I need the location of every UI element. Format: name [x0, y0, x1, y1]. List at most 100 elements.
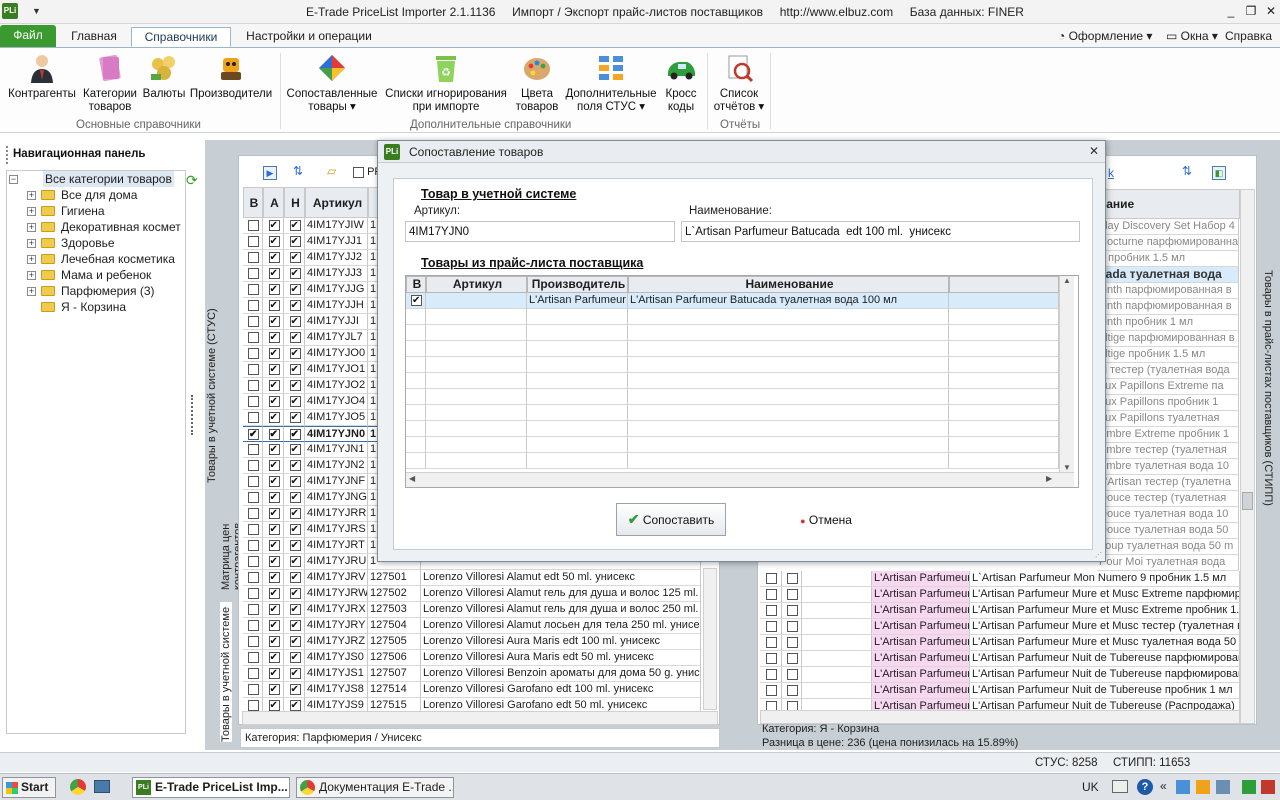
table-cell[interactable]: 4IM17YJO2 [305, 378, 368, 394]
table-cell[interactable]: 4IM17YJS1 [305, 666, 368, 682]
table-cell[interactable] [949, 309, 1059, 325]
table-cell[interactable] [949, 437, 1059, 453]
table-cell[interactable]: 127514 [368, 682, 421, 698]
table-cell[interactable]: а пробник 1.5 мл [1097, 251, 1239, 267]
row-checkbox[interactable] [268, 538, 280, 553]
row-checkbox[interactable] [289, 218, 301, 233]
table-cell[interactable] [284, 474, 305, 490]
row-checkbox[interactable] [289, 682, 301, 697]
table-cell[interactable] [426, 405, 527, 421]
row-checkbox[interactable] [268, 218, 280, 233]
table-cell[interactable]: 4IM17YJJ1 [305, 234, 368, 250]
table-cell[interactable] [949, 325, 1059, 341]
row-checkbox[interactable] [268, 362, 280, 377]
row-checkbox[interactable] [268, 442, 280, 457]
table-cell[interactable] [802, 603, 872, 619]
pf-checkbox-box[interactable] [353, 166, 364, 178]
table-cell[interactable] [284, 682, 305, 698]
table-cell[interactable]: L'Artisan Parfumeur [872, 635, 970, 651]
column-header[interactable]: В [243, 187, 263, 218]
table-cell[interactable] [284, 314, 305, 330]
row-checkbox[interactable] [268, 490, 280, 505]
expand-icon[interactable]: + [27, 239, 36, 248]
table-cell[interactable] [263, 538, 284, 554]
row-checkbox[interactable] [766, 604, 777, 616]
table-cell[interactable] [243, 378, 263, 394]
table-cell[interactable] [284, 554, 305, 570]
stus-grid-horizontal-scrollbar[interactable] [242, 711, 718, 725]
table-cell[interactable] [527, 373, 628, 389]
table-cell[interactable]: L'Artisan Parfumeur [527, 293, 628, 309]
row-checkbox[interactable] [787, 636, 798, 648]
row-checkbox[interactable] [289, 394, 301, 409]
table-cell[interactable] [263, 506, 284, 522]
table-cell[interactable] [426, 421, 527, 437]
stipp-horizontal-scrollbar[interactable] [760, 710, 1240, 724]
table-cell[interactable] [628, 389, 949, 405]
row-checkbox[interactable] [289, 282, 301, 297]
table-cell[interactable] [949, 341, 1059, 357]
table-cell[interactable] [628, 341, 949, 357]
security-icon[interactable] [1261, 780, 1275, 794]
row-checkbox[interactable] [787, 604, 798, 616]
table-cell[interactable]: Douce туалетная вода 50 [1097, 523, 1239, 539]
table-cell[interactable] [782, 587, 802, 603]
expand-icon[interactable]: + [27, 223, 36, 232]
table-cell[interactable]: 4IM17YJJ2 [305, 250, 368, 266]
row-checkbox[interactable] [289, 650, 301, 665]
table-cell[interactable] [782, 635, 802, 651]
table-cell[interactable]: 4IM17YJN2 [305, 458, 368, 474]
table-cell[interactable]: oltige парфюмированная в [1097, 331, 1239, 347]
row-checkbox[interactable] [248, 427, 259, 441]
table-cell[interactable] [284, 378, 305, 394]
row-checkbox[interactable] [248, 667, 259, 679]
table-cell[interactable] [426, 453, 527, 469]
column-header[interactable]: Наименование [628, 276, 949, 293]
row-checkbox[interactable] [268, 298, 280, 313]
table-cell[interactable]: 4IM17YJNG [305, 490, 368, 506]
row-checkbox[interactable] [248, 523, 259, 535]
row-checkbox[interactable] [289, 410, 301, 425]
stus-grid-vertical-scrollbar[interactable] [703, 568, 717, 710]
column-header[interactable]: В [406, 276, 426, 293]
table-cell[interactable] [406, 421, 426, 437]
row-checkbox[interactable] [289, 346, 301, 361]
table-cell[interactable] [263, 586, 284, 602]
table-cell[interactable]: 4IM17YJRW [305, 586, 368, 602]
row-checkbox[interactable] [289, 618, 301, 633]
keyboard-icon[interactable] [1112, 780, 1128, 793]
right-panel-link[interactable]: k [1108, 166, 1114, 180]
table-cell[interactable] [406, 437, 426, 453]
table-cell[interactable] [263, 346, 284, 362]
table-cell[interactable] [284, 522, 305, 538]
windows-menu[interactable]: ▭ Окна ▾ [1166, 29, 1218, 43]
table-cell[interactable] [426, 437, 527, 453]
row-checkbox[interactable] [766, 668, 777, 680]
row-checkbox[interactable] [248, 235, 259, 247]
tray-app-icon[interactable] [1216, 780, 1230, 794]
table-cell[interactable] [949, 421, 1059, 437]
table-cell[interactable] [263, 602, 284, 618]
table-cell[interactable]: 4IM17YJRV [305, 570, 368, 586]
table-cell[interactable] [760, 651, 782, 667]
table-cell[interactable] [284, 618, 305, 634]
table-cell[interactable] [284, 634, 305, 650]
table-cell[interactable] [527, 325, 628, 341]
row-checkbox[interactable] [248, 283, 259, 295]
row-checkbox[interactable] [268, 314, 280, 329]
table-cell[interactable] [782, 571, 802, 587]
table-cell[interactable]: L'Artisan Parfumeur [872, 571, 970, 587]
table-cell[interactable] [527, 309, 628, 325]
row-checkbox[interactable] [787, 572, 798, 584]
row-checkbox[interactable] [289, 506, 301, 521]
row-checkbox[interactable] [268, 378, 280, 393]
cancel-button[interactable]: ● Отмена [791, 513, 861, 529]
table-cell[interactable] [243, 490, 263, 506]
ignore-lists-button[interactable]: ♻ Списки игнорирования при импорте [382, 52, 510, 114]
table-cell[interactable]: Ambre Extreme пробник 1 [1097, 427, 1239, 443]
row-checkbox[interactable] [248, 251, 259, 263]
table-cell[interactable]: L'Artisan Parfumeur Batucada туалетная в… [628, 293, 949, 309]
table-cell[interactable]: sinth парфюмированная в [1097, 283, 1239, 299]
row-checkbox[interactable] [268, 474, 280, 489]
table-cell[interactable]: 4IM17YJNF [305, 474, 368, 490]
